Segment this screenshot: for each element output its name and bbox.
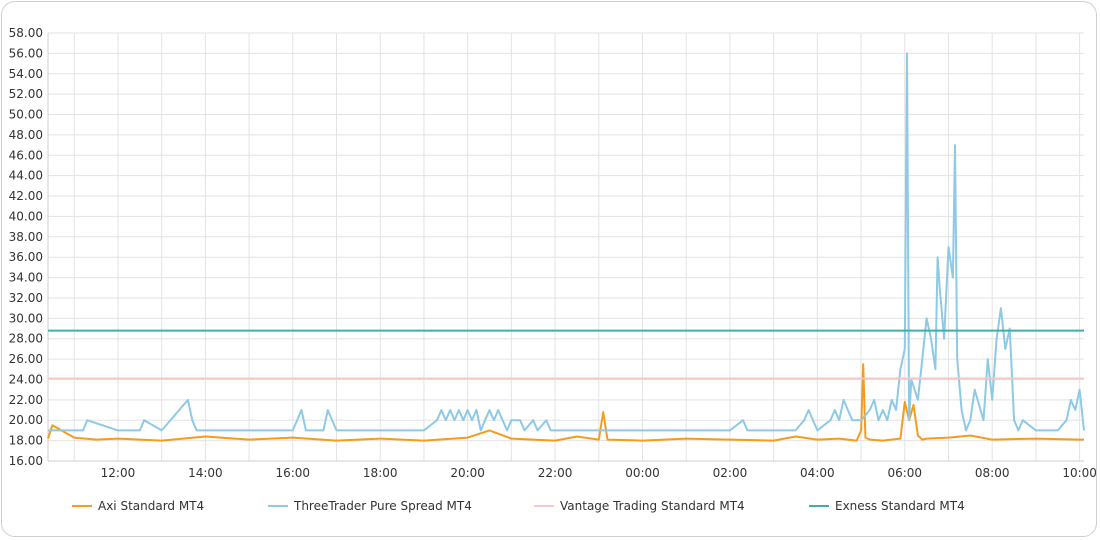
legend-item[interactable]: Exness Standard MT4 <box>809 495 965 517</box>
legend-swatch <box>72 505 92 507</box>
legend-label: Vantage Trading Standard MT4 <box>560 499 745 513</box>
y-tick-label: 36.00 <box>9 250 43 264</box>
y-tick-label: 44.00 <box>9 169 43 183</box>
y-tick-label: 40.00 <box>9 209 43 223</box>
y-tick-label: 28.00 <box>9 332 43 346</box>
legend-item[interactable]: Vantage Trading Standard MT4 <box>534 495 745 517</box>
legend-item[interactable]: ThreeTrader Pure Spread MT4 <box>268 495 472 517</box>
x-axis: 12:00 14:00 16:00 18:00 20:00 22:00 00:00 02:00… <box>101 466 1097 480</box>
y-tick-label: 50.00 <box>9 108 43 122</box>
y-tick-label: 46.00 <box>9 148 43 162</box>
legend-swatch <box>534 505 554 507</box>
x-tick-label: 08:00 <box>975 466 1010 480</box>
series-line-2 <box>48 52 1085 432</box>
legend: Axi Standard MT4 ThreeTrader Pure Spread … <box>0 495 1100 519</box>
x-tick-label: 20:00 <box>450 466 485 480</box>
y-tick-label: 42.00 <box>9 189 43 203</box>
y-tick-label: 34.00 <box>9 271 43 285</box>
legend-label: Exness Standard MT4 <box>835 499 965 513</box>
y-tick-label: 22.00 <box>9 393 43 407</box>
x-tick-label: 16:00 <box>275 466 310 480</box>
y-tick-label: 20.00 <box>9 413 43 427</box>
y-axis: 16.00 18.00 20.00 22.00 24.00 26.00 28.00 30.00… <box>9 26 43 468</box>
y-tick-label: 58.00 <box>9 26 43 40</box>
grid-lines <box>47 32 1084 462</box>
legend-swatch <box>809 505 829 507</box>
spread-line-chart: 16.00 18.00 20.00 22.00 24.00 26.00 28.00 30.00… <box>9 26 1097 480</box>
x-tick-label: 00:00 <box>625 466 660 480</box>
x-tick-label: 02:00 <box>713 466 748 480</box>
legend-label: ThreeTrader Pure Spread MT4 <box>294 499 472 513</box>
y-tick-label: 52.00 <box>9 87 43 101</box>
x-tick-label: 14:00 <box>188 466 223 480</box>
y-tick-label: 48.00 <box>9 128 43 142</box>
y-tick-label: 32.00 <box>9 291 43 305</box>
legend-label: Axi Standard MT4 <box>98 499 205 513</box>
series-line-1 <box>47 363 1084 442</box>
y-tick-label: 18.00 <box>9 434 43 448</box>
x-tick-label: 12:00 <box>101 466 136 480</box>
legend-item[interactable]: Axi Standard MT4 <box>72 495 204 517</box>
y-tick-label: 30.00 <box>9 311 43 325</box>
x-tick-label: 22:00 <box>538 466 573 480</box>
y-tick-label: 26.00 <box>9 352 43 366</box>
x-tick-label: 10:00 <box>1062 466 1097 480</box>
legend-swatch <box>268 505 288 507</box>
x-tick-label: 06:00 <box>887 466 922 480</box>
series-lines <box>47 52 1085 442</box>
y-tick-label: 56.00 <box>9 46 43 60</box>
x-tick-label: 18:00 <box>363 466 398 480</box>
y-tick-label: 24.00 <box>9 372 43 386</box>
y-tick-label: 16.00 <box>9 454 43 468</box>
x-tick-label: 04:00 <box>800 466 835 480</box>
y-tick-label: 54.00 <box>9 67 43 81</box>
y-tick-label: 38.00 <box>9 230 43 244</box>
